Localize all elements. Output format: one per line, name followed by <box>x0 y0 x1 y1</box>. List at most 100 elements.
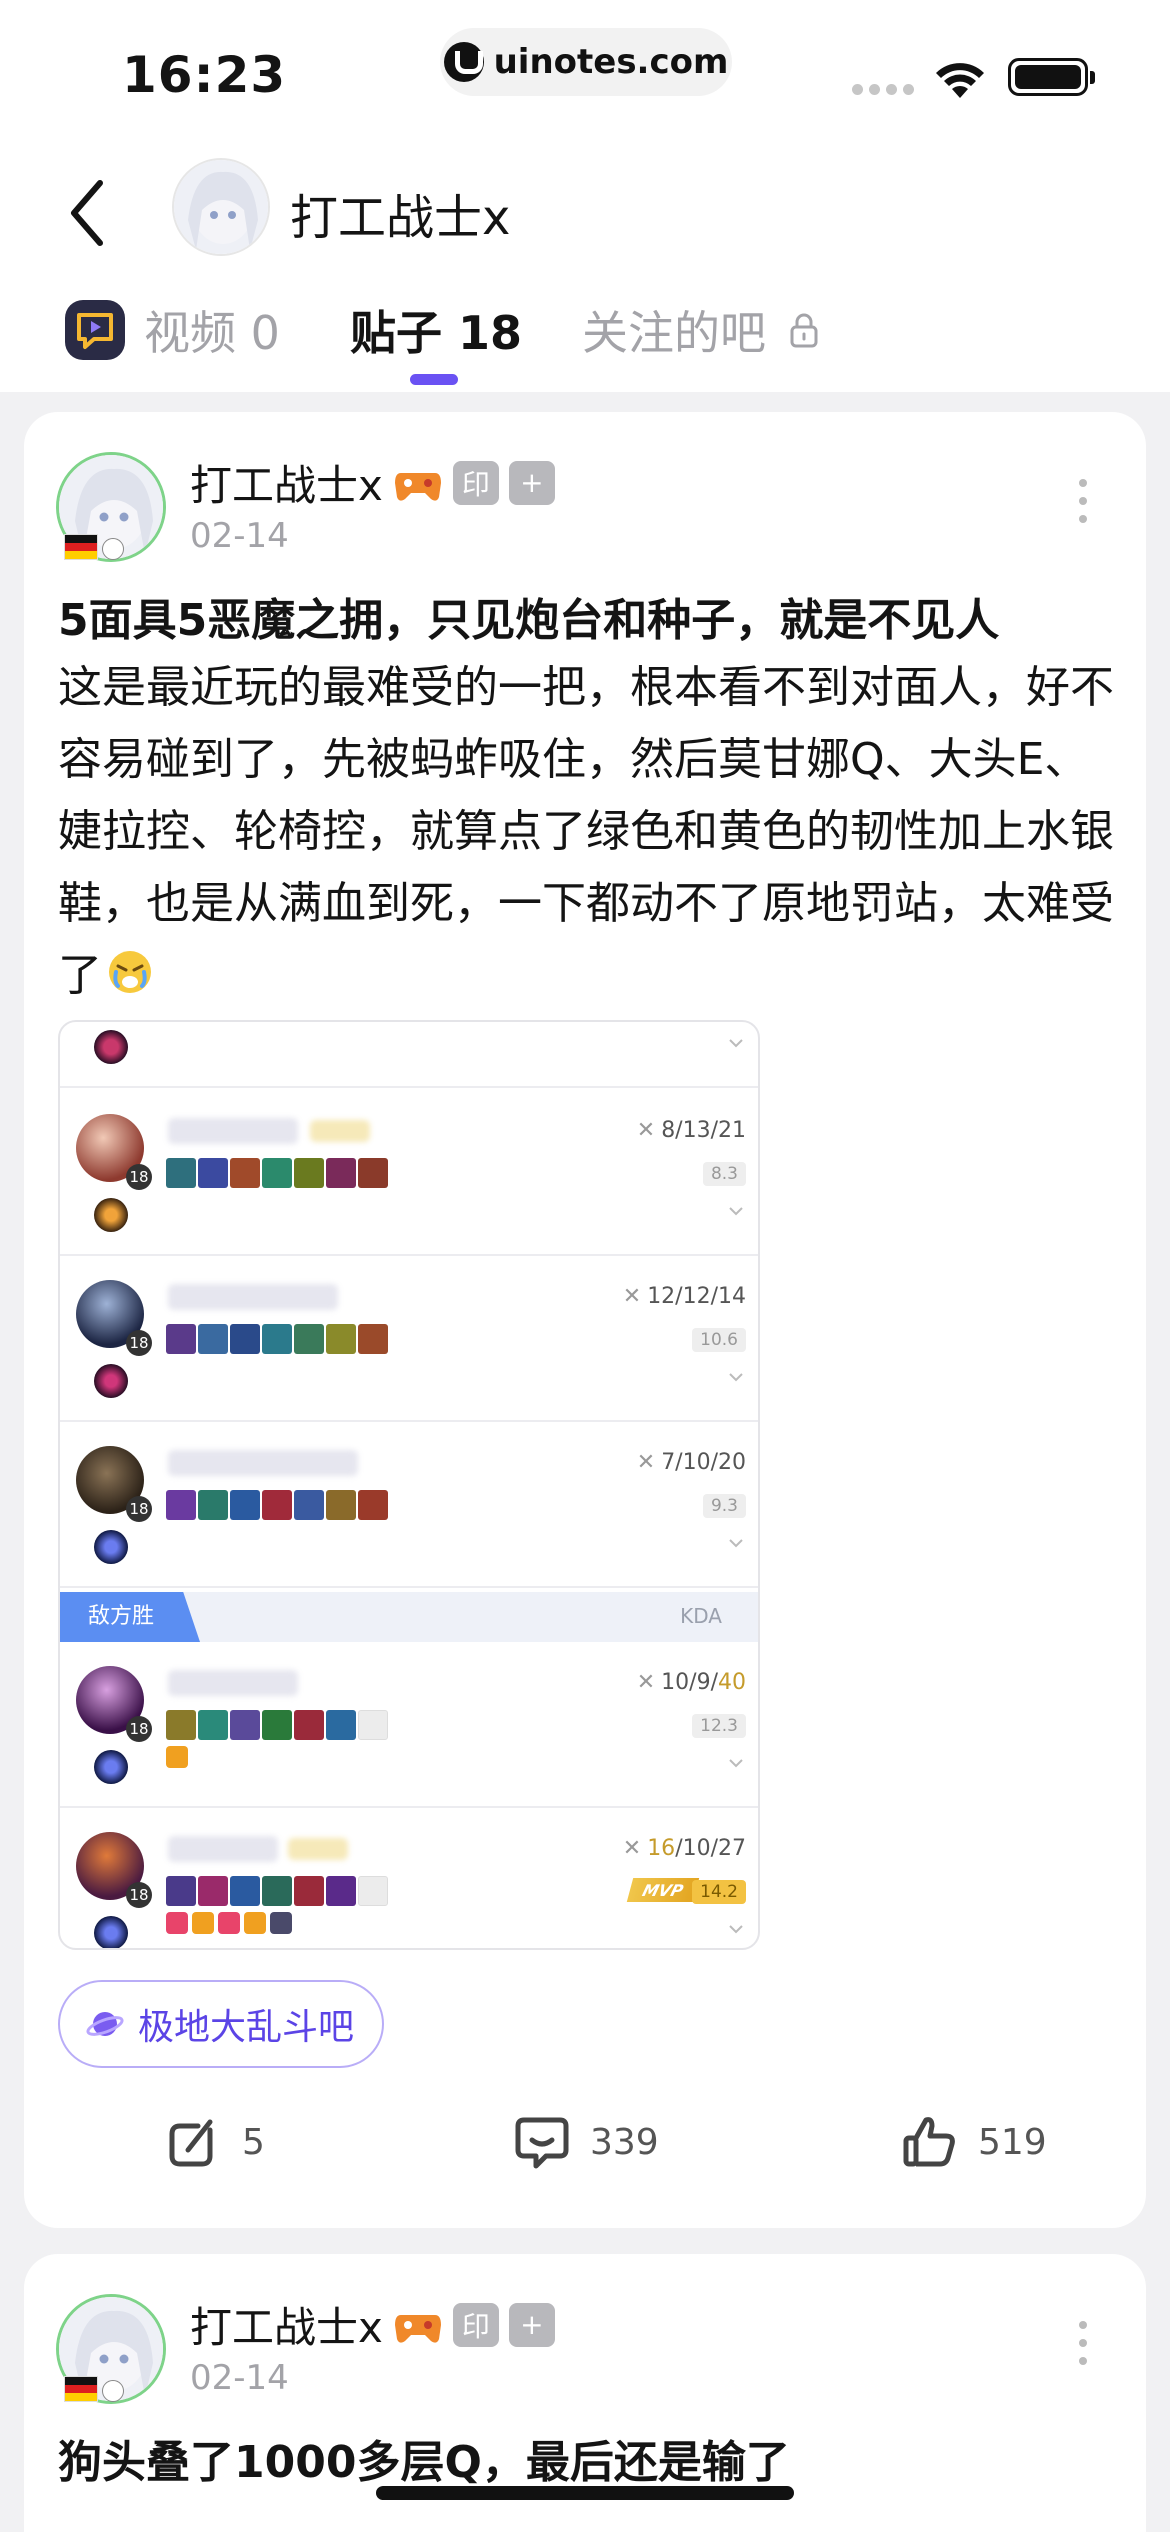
comment-icon <box>515 2117 569 2169</box>
score-badge: 8.3 <box>702 1162 746 1186</box>
comment-count: 339 <box>590 2121 659 2163</box>
crying-emoji-icon <box>109 951 151 993</box>
video-icon <box>65 300 125 360</box>
player-row: 18 ✕ 8/13/21 8.3 <box>60 1090 758 1256</box>
football-icon <box>102 2380 124 2402</box>
url-text: uinotes.com <box>493 42 729 82</box>
level-badge: 18 <box>126 1882 152 1908</box>
seal-badge: 印 <box>452 2302 499 2347</box>
item-row <box>166 1324 388 1354</box>
blurred-player-name <box>168 1450 358 1476</box>
rune-icon <box>94 1916 128 1948</box>
blurred-player-tag <box>288 1838 348 1860</box>
rune-icon <box>94 1030 128 1064</box>
germany-flag-icon <box>64 534 98 560</box>
item-row <box>166 1490 388 1520</box>
tab-videos[interactable]: 视频 0 <box>62 290 280 370</box>
share-button[interactable]: 5 <box>164 2112 265 2172</box>
like-count: 519 <box>978 2121 1047 2163</box>
author-name[interactable]: 打工战士x <box>190 2294 383 2355</box>
level-badge: 18 <box>126 1164 152 1190</box>
post-title[interactable]: 5面具5恶魔之拥，只见炮台和种子，就是不见人 <box>58 584 999 648</box>
chevron-down-icon[interactable] <box>728 1758 744 1768</box>
chevron-down-icon <box>729 1039 743 1048</box>
level-badge: 18 <box>126 1496 152 1522</box>
rune-icon <box>94 1530 128 1564</box>
share-icon <box>169 2119 213 2167</box>
tab-videos-label: 视频 0 <box>144 306 280 360</box>
post-body[interactable]: 这是最近玩的最难受的一把，根本看不到对面人，好不容易碰到了，先被蚂蚱吸住，然后莫… <box>58 652 1128 1012</box>
player-row: 18 ✕ 16/10/27 MVP 14.2 <box>60 1808 758 1948</box>
chevron-down-icon[interactable] <box>728 1538 744 1548</box>
item-row <box>166 1876 388 1906</box>
player-row: 18 ✕ 7/10/20 9.3 <box>60 1422 758 1588</box>
spell-row <box>166 1746 188 1768</box>
team-result-bar: 敌方胜 KDA <box>60 1592 758 1642</box>
kda-value: ✕ 10/9/40 <box>636 1670 746 1695</box>
post-title[interactable]: 狗头叠了1000多层Q，最后还是输了 <box>58 2426 790 2490</box>
player-row <box>60 1022 758 1088</box>
profile-tabs: 视频 0 贴子 18 关注的吧 <box>0 290 1170 385</box>
tab-posts-label: 贴子 18 <box>350 306 523 360</box>
active-tab-indicator <box>410 374 458 385</box>
mvp-badge: MVP <box>626 1878 700 1902</box>
tab-followed-label: 关注的吧 <box>582 306 766 360</box>
rune-icon <box>94 1750 128 1784</box>
post-card[interactable]: 打工战士x 印 + 02-14 5面具5恶魔之拥，只见炮台和种子，就是不见人 这… <box>24 412 1146 2228</box>
share-count: 5 <box>242 2121 265 2163</box>
rune-icon <box>94 1364 128 1398</box>
blurred-player-name <box>168 1836 278 1862</box>
more-options-icon[interactable] <box>1078 478 1088 524</box>
author-name[interactable]: 打工战士x <box>190 452 383 513</box>
kda-value: ✕ 8/13/21 <box>636 1118 746 1143</box>
battery-icon <box>1008 58 1095 96</box>
status-time: 16:23 <box>122 46 287 104</box>
blurred-player-name <box>168 1670 298 1696</box>
level-badge: 18 <box>126 1716 152 1742</box>
player-row: 18 ✕ 12/12/14 10.6 <box>60 1256 758 1422</box>
wifi-icon <box>936 63 984 98</box>
post-body-text: 这是最近玩的最难受的一把，根本看不到对面人，好不容易碰到了，先被蚂蚱吸住，然后莫… <box>58 662 1114 1001</box>
level-badge: 18 <box>126 1330 152 1356</box>
home-indicator[interactable] <box>376 2486 794 2500</box>
team-kda-label: KDA <box>680 1604 722 1628</box>
player-row: 18 ✕ 10/9/40 12.3 <box>60 1642 758 1808</box>
item-row <box>166 1158 388 1188</box>
blurred-player-name <box>168 1284 338 1310</box>
spell-row <box>166 1912 292 1934</box>
chevron-down-icon[interactable] <box>728 1924 744 1934</box>
more-options-icon[interactable] <box>1078 2320 1088 2366</box>
url-pill[interactable]: uinotes.com <box>440 28 732 96</box>
kda-value: ✕ 12/12/14 <box>622 1284 746 1309</box>
chevron-down-icon[interactable] <box>728 1372 744 1382</box>
profile-header: 打工战士x 视频 0 贴子 18 关注的吧 <box>0 140 1170 392</box>
blurred-player-tag <box>310 1120 370 1142</box>
gamepad-badge-icon <box>394 2314 441 2343</box>
like-button[interactable]: 519 <box>900 2112 1047 2172</box>
lock-icon <box>790 313 818 348</box>
score-badge: 10.6 <box>692 1328 746 1352</box>
score-badge: 9.3 <box>702 1494 746 1518</box>
forum-tag-button[interactable]: 极地大乱斗吧 <box>58 1980 384 2068</box>
germany-flag-icon <box>64 2376 98 2402</box>
post-image[interactable]: 18 ✕ 8/13/21 8.3 18 ✕ 12/12/14 10.6 18 ✕… <box>58 1020 760 1950</box>
score-badge: 12.3 <box>692 1714 746 1738</box>
planet-icon <box>86 2012 124 2036</box>
post-date: 02-14 <box>190 2358 289 2398</box>
chevron-down-icon[interactable] <box>728 1206 744 1216</box>
profile-avatar[interactable] <box>172 158 270 256</box>
football-icon <box>102 538 124 560</box>
gamepad-badge-icon <box>394 472 441 501</box>
seal-badge: 印 <box>452 460 499 505</box>
site-logo-icon <box>443 42 484 82</box>
back-arrow-icon[interactable] <box>64 175 114 251</box>
tab-followed-forums[interactable]: 关注的吧 <box>582 290 820 370</box>
add-badge: + <box>508 2302 555 2347</box>
cellular-signal-icon <box>852 84 914 95</box>
blurred-player-name <box>168 1118 298 1144</box>
tab-posts[interactable]: 贴子 18 <box>350 290 522 370</box>
status-bar: 16:23 uinotes.com <box>0 0 1170 140</box>
item-row <box>166 1710 388 1740</box>
comment-button[interactable]: 339 <box>512 2112 659 2172</box>
rune-icon <box>94 1198 128 1232</box>
